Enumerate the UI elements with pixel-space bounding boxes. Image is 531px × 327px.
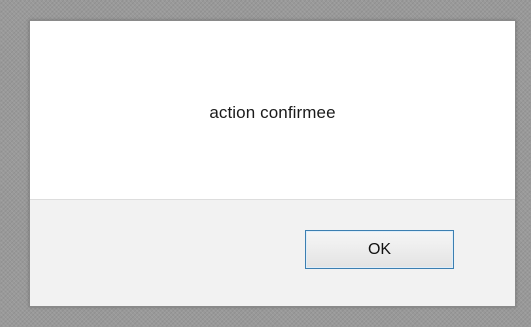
alert-dialog: action confirmee OK xyxy=(29,20,516,307)
dialog-footer: OK xyxy=(30,199,515,306)
dialog-body: action confirmee xyxy=(30,21,515,199)
ok-button[interactable]: OK xyxy=(305,230,454,269)
dialog-message: action confirmee xyxy=(209,103,336,122)
